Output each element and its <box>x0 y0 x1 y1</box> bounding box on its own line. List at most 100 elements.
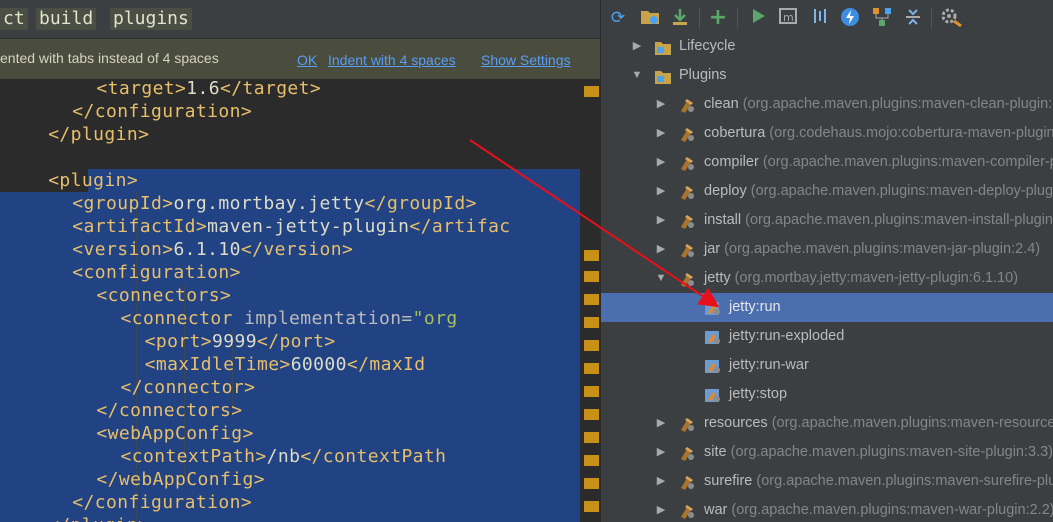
code-line[interactable]: <artifactId>maven-jetty-plugin</artifac <box>72 215 510 238</box>
tree-item-lifecycle[interactable]: ▶ Lifecycle <box>601 32 1053 61</box>
code-editor[interactable]: ct build plugins ented with tabs instead… <box>0 0 600 522</box>
run-icon[interactable] <box>747 7 769 29</box>
code-token: <maxIdleTime> <box>144 354 291 375</box>
collapsed-arrow-icon[interactable]: ▶ <box>655 235 667 264</box>
tree-item-jetty-run[interactable]: jetty:run <box>601 293 1053 322</box>
collapsed-arrow-icon[interactable]: ▶ <box>655 467 667 496</box>
warning-marker[interactable] <box>584 409 599 420</box>
goal-icon <box>704 386 722 403</box>
code-token: </plugin> <box>48 124 150 145</box>
collapsed-arrow-icon[interactable]: ▶ <box>655 409 667 438</box>
tree-item-jetty-run-exploded[interactable]: jetty:run-exploded <box>601 322 1053 351</box>
tree-item-jetty-stop[interactable]: jetty:stop <box>601 380 1053 409</box>
lightning-icon[interactable] <box>839 7 861 29</box>
tree-item-jetty-run-war[interactable]: jetty:run-war <box>601 351 1053 380</box>
ok-link[interactable]: OK <box>297 52 317 68</box>
code-line[interactable]: </connector> <box>121 376 256 399</box>
code-line[interactable]: <webAppConfig> <box>96 422 253 445</box>
warning-marker[interactable] <box>584 432 599 443</box>
warning-marker[interactable] <box>584 363 599 374</box>
code-line[interactable]: <connectors> <box>96 284 231 307</box>
collapsed-arrow-icon[interactable]: ▶ <box>655 148 667 177</box>
download-icon[interactable] <box>669 7 691 29</box>
collapsed-arrow-icon[interactable]: ▶ <box>655 119 667 148</box>
tree-item-label: jetty:run <box>729 293 781 322</box>
warning-marker[interactable] <box>584 340 599 351</box>
code-line[interactable]: </webAppConfig> <box>96 468 265 491</box>
warning-marker[interactable] <box>584 294 599 305</box>
tree-item-war[interactable]: ▶ war (org.apache.maven.plugins:maven-war… <box>601 496 1053 522</box>
code-line[interactable]: </plugin> <box>48 514 149 522</box>
collapse-all-icon[interactable] <box>902 7 924 29</box>
breadcrumb-item-plugins[interactable]: plugins <box>110 8 192 30</box>
collapsed-arrow-icon[interactable]: ▶ <box>655 90 667 119</box>
execute-goal-icon[interactable]: m <box>777 7 799 29</box>
warning-marker[interactable] <box>584 386 599 397</box>
show-settings-link[interactable]: Show Settings <box>481 52 571 68</box>
warning-marker[interactable] <box>584 317 599 328</box>
collapsed-arrow-icon[interactable]: ▶ <box>655 438 667 467</box>
tree-item-coordinates: (org.apache.maven.plugins:maven-jar-plug… <box>724 241 1041 257</box>
error-stripe[interactable] <box>580 80 600 522</box>
tree-item-clean[interactable]: ▶ clean (org.apache.maven.plugins:maven-c… <box>601 90 1053 119</box>
code-token: <contextPath> <box>120 446 267 467</box>
code-line[interactable]: </plugin> <box>48 123 149 146</box>
code-line[interactable]: <version>6.1.10</version> <box>72 238 353 261</box>
notification-message: ented with tabs instead of 4 spaces <box>0 50 219 66</box>
warning-marker[interactable] <box>584 250 599 261</box>
breadcrumb-item-build[interactable]: build <box>36 8 97 30</box>
warning-marker[interactable] <box>584 455 599 466</box>
tree-item-jar[interactable]: ▶ jar (org.apache.maven.plugins:maven-jar… <box>601 235 1053 264</box>
toggle-offline-icon[interactable] <box>809 7 831 29</box>
warning-marker[interactable] <box>584 478 599 489</box>
code-token: 60000 <box>290 354 347 375</box>
tree-item-deploy[interactable]: ▶ deploy (org.apache.maven.plugins:maven-… <box>601 177 1053 206</box>
tree-item-label: site (org.apache.maven.plugins:maven-sit… <box>704 438 1053 467</box>
tree-item-cobertura[interactable]: ▶ cobertura (org.codehaus.mojo:cobertura-… <box>601 119 1053 148</box>
code-line[interactable]: </configuration> <box>72 491 252 514</box>
warning-marker[interactable] <box>584 271 599 282</box>
refresh-icon[interactable]: ⟳ <box>607 7 629 29</box>
code-line[interactable]: <maxIdleTime>60000</maxId <box>145 353 426 376</box>
code-line[interactable]: <connector implementation="org <box>121 307 458 330</box>
tree-item-install[interactable]: ▶ install (org.apache.maven.plugins:maven… <box>601 206 1053 235</box>
code-line[interactable]: </configuration> <box>72 100 252 123</box>
tree-item-name: jar <box>704 241 721 257</box>
warning-marker[interactable] <box>584 501 599 512</box>
code-line[interactable]: <port>9999</port> <box>145 330 336 353</box>
code-line[interactable]: </connectors> <box>96 399 242 422</box>
svg-text:m: m <box>783 11 794 24</box>
expanded-arrow-icon[interactable]: ▼ <box>655 264 667 293</box>
add-icon[interactable]: + <box>707 7 729 29</box>
tree-item-surefire[interactable]: ▶ surefire (org.apache.maven.plugins:mave… <box>601 467 1053 496</box>
code-line[interactable]: <plugin> <box>48 169 138 192</box>
tree-item-plugins[interactable]: ▼ Plugins <box>601 61 1053 90</box>
breadcrumb-item-project[interactable]: ct <box>0 8 28 30</box>
tree-item-label: war (org.apache.maven.plugins:maven-war-… <box>704 496 1053 522</box>
tree-item-resources[interactable]: ▶ resources (org.apache.maven.plugins:mav… <box>601 409 1053 438</box>
tree-item-name: cobertura <box>704 125 766 141</box>
expanded-arrow-icon[interactable]: ▼ <box>631 61 643 90</box>
settings-icon[interactable] <box>941 7 963 29</box>
warning-marker[interactable] <box>584 86 599 97</box>
collapsed-arrow-icon[interactable]: ▶ <box>655 177 667 206</box>
code-line[interactable]: <target>1.6</target> <box>96 77 321 100</box>
tree-item-jetty[interactable]: ▼ jetty (org.mortbay.jetty:maven-jetty-pl… <box>601 264 1053 293</box>
code-token: </groupId> <box>364 193 477 214</box>
code-line[interactable]: <contextPath>/nb</contextPath <box>121 445 447 468</box>
collapsed-arrow-icon[interactable]: ▶ <box>655 496 667 522</box>
show-dependencies-icon[interactable] <box>871 7 893 29</box>
collapsed-arrow-icon[interactable]: ▶ <box>631 32 643 61</box>
tree-item-coordinates: (org.apache.maven.plugins:maven-resource… <box>771 415 1053 431</box>
folder-icon <box>654 67 672 84</box>
code-token: implementation= <box>244 308 413 329</box>
reimport-icon[interactable] <box>639 7 661 29</box>
tree-item-name: Plugins <box>679 67 727 83</box>
code-line[interactable]: <groupId>org.mortbay.jetty</groupId> <box>72 192 477 215</box>
tree-item-compiler[interactable]: ▶ compiler (org.apache.maven.plugins:mave… <box>601 148 1053 177</box>
tree-item-site[interactable]: ▶ site (org.apache.maven.plugins:maven-si… <box>601 438 1053 467</box>
code-line[interactable]: <configuration> <box>72 261 241 284</box>
collapsed-arrow-icon[interactable]: ▶ <box>655 206 667 235</box>
indent-with-spaces-link[interactable]: Indent with 4 spaces <box>328 52 456 68</box>
tree-item-label: Plugins <box>679 61 727 90</box>
